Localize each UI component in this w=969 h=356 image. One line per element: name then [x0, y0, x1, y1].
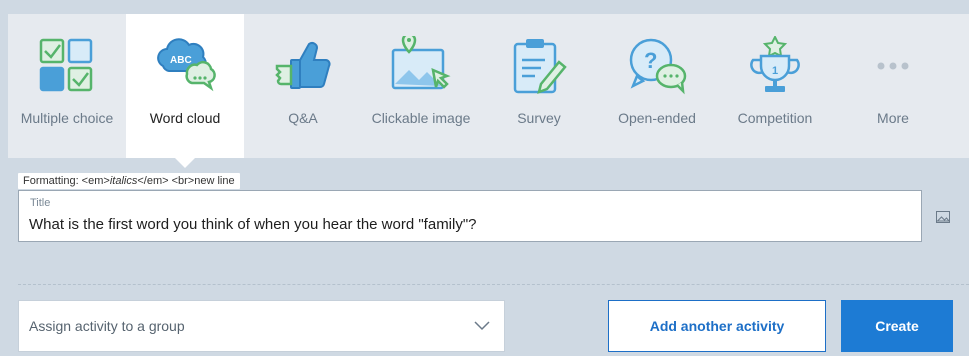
- open-ended-question-icon: ?: [629, 38, 687, 95]
- tab-label: Clickable image: [371, 110, 471, 126]
- tab-more[interactable]: More: [834, 14, 952, 158]
- tab-label: Competition: [737, 110, 813, 126]
- tab-label: Q&A: [288, 110, 318, 126]
- svg-text:?: ?: [644, 48, 657, 73]
- word-cloud-icon-text: ABC: [170, 55, 192, 66]
- title-input[interactable]: [29, 213, 909, 235]
- more-dots-icon: [877, 62, 909, 70]
- activity-type-tabs: Multiple choice ABC Word cloud Q&A Click…: [8, 14, 969, 168]
- trophy-icon-text: 1: [772, 65, 778, 77]
- title-label: Title: [30, 197, 51, 209]
- activity-editor: Multiple choice ABC Word cloud Q&A Click…: [8, 8, 969, 356]
- image-icon: [936, 211, 950, 223]
- create-button[interactable]: Create: [841, 300, 953, 352]
- tab-label: Multiple choice: [20, 110, 114, 126]
- tab-label: More: [877, 110, 909, 126]
- chevron-down-icon[interactable]: [460, 301, 504, 351]
- tab-open-ended[interactable]: ? Open-ended: [598, 14, 716, 158]
- tab-multiple-choice[interactable]: Multiple choice: [8, 14, 126, 158]
- clickable-image-icon: [391, 36, 451, 90]
- tab-label: Word cloud: [149, 110, 221, 126]
- formatting-hint-italic: italics: [109, 175, 138, 187]
- assign-group-placeholder: Assign activity to a group: [29, 318, 185, 334]
- multiple-choice-icon: [39, 38, 93, 92]
- thumbs-up-icon: [275, 42, 331, 89]
- word-cloud-icon: ABC: [157, 38, 216, 92]
- tab-label: Open-ended: [618, 110, 696, 126]
- tab-survey[interactable]: Survey: [480, 14, 598, 158]
- tab-competition[interactable]: 1 Competition: [716, 14, 834, 158]
- formatting-hint: Formatting: <em>italics</em> <br>new lin…: [18, 173, 240, 189]
- assign-group-select[interactable]: Assign activity to a group: [18, 300, 505, 352]
- tab-qa[interactable]: Q&A: [244, 14, 362, 158]
- tab-word-cloud[interactable]: ABC Word cloud: [126, 14, 244, 168]
- divider: [18, 284, 969, 285]
- formatting-hint-prefix: Formatting: <em>: [23, 175, 110, 187]
- title-field[interactable]: Title: [18, 190, 922, 242]
- trophy-icon: 1: [750, 36, 800, 92]
- tab-clickable-image[interactable]: Clickable image: [362, 14, 480, 158]
- add-image-button[interactable]: [930, 206, 956, 228]
- tab-label: Survey: [517, 110, 561, 126]
- survey-clipboard-icon: [513, 39, 567, 95]
- formatting-hint-suffix: </em> <br>new line: [137, 175, 235, 187]
- add-another-activity-button[interactable]: Add another activity: [608, 300, 826, 352]
